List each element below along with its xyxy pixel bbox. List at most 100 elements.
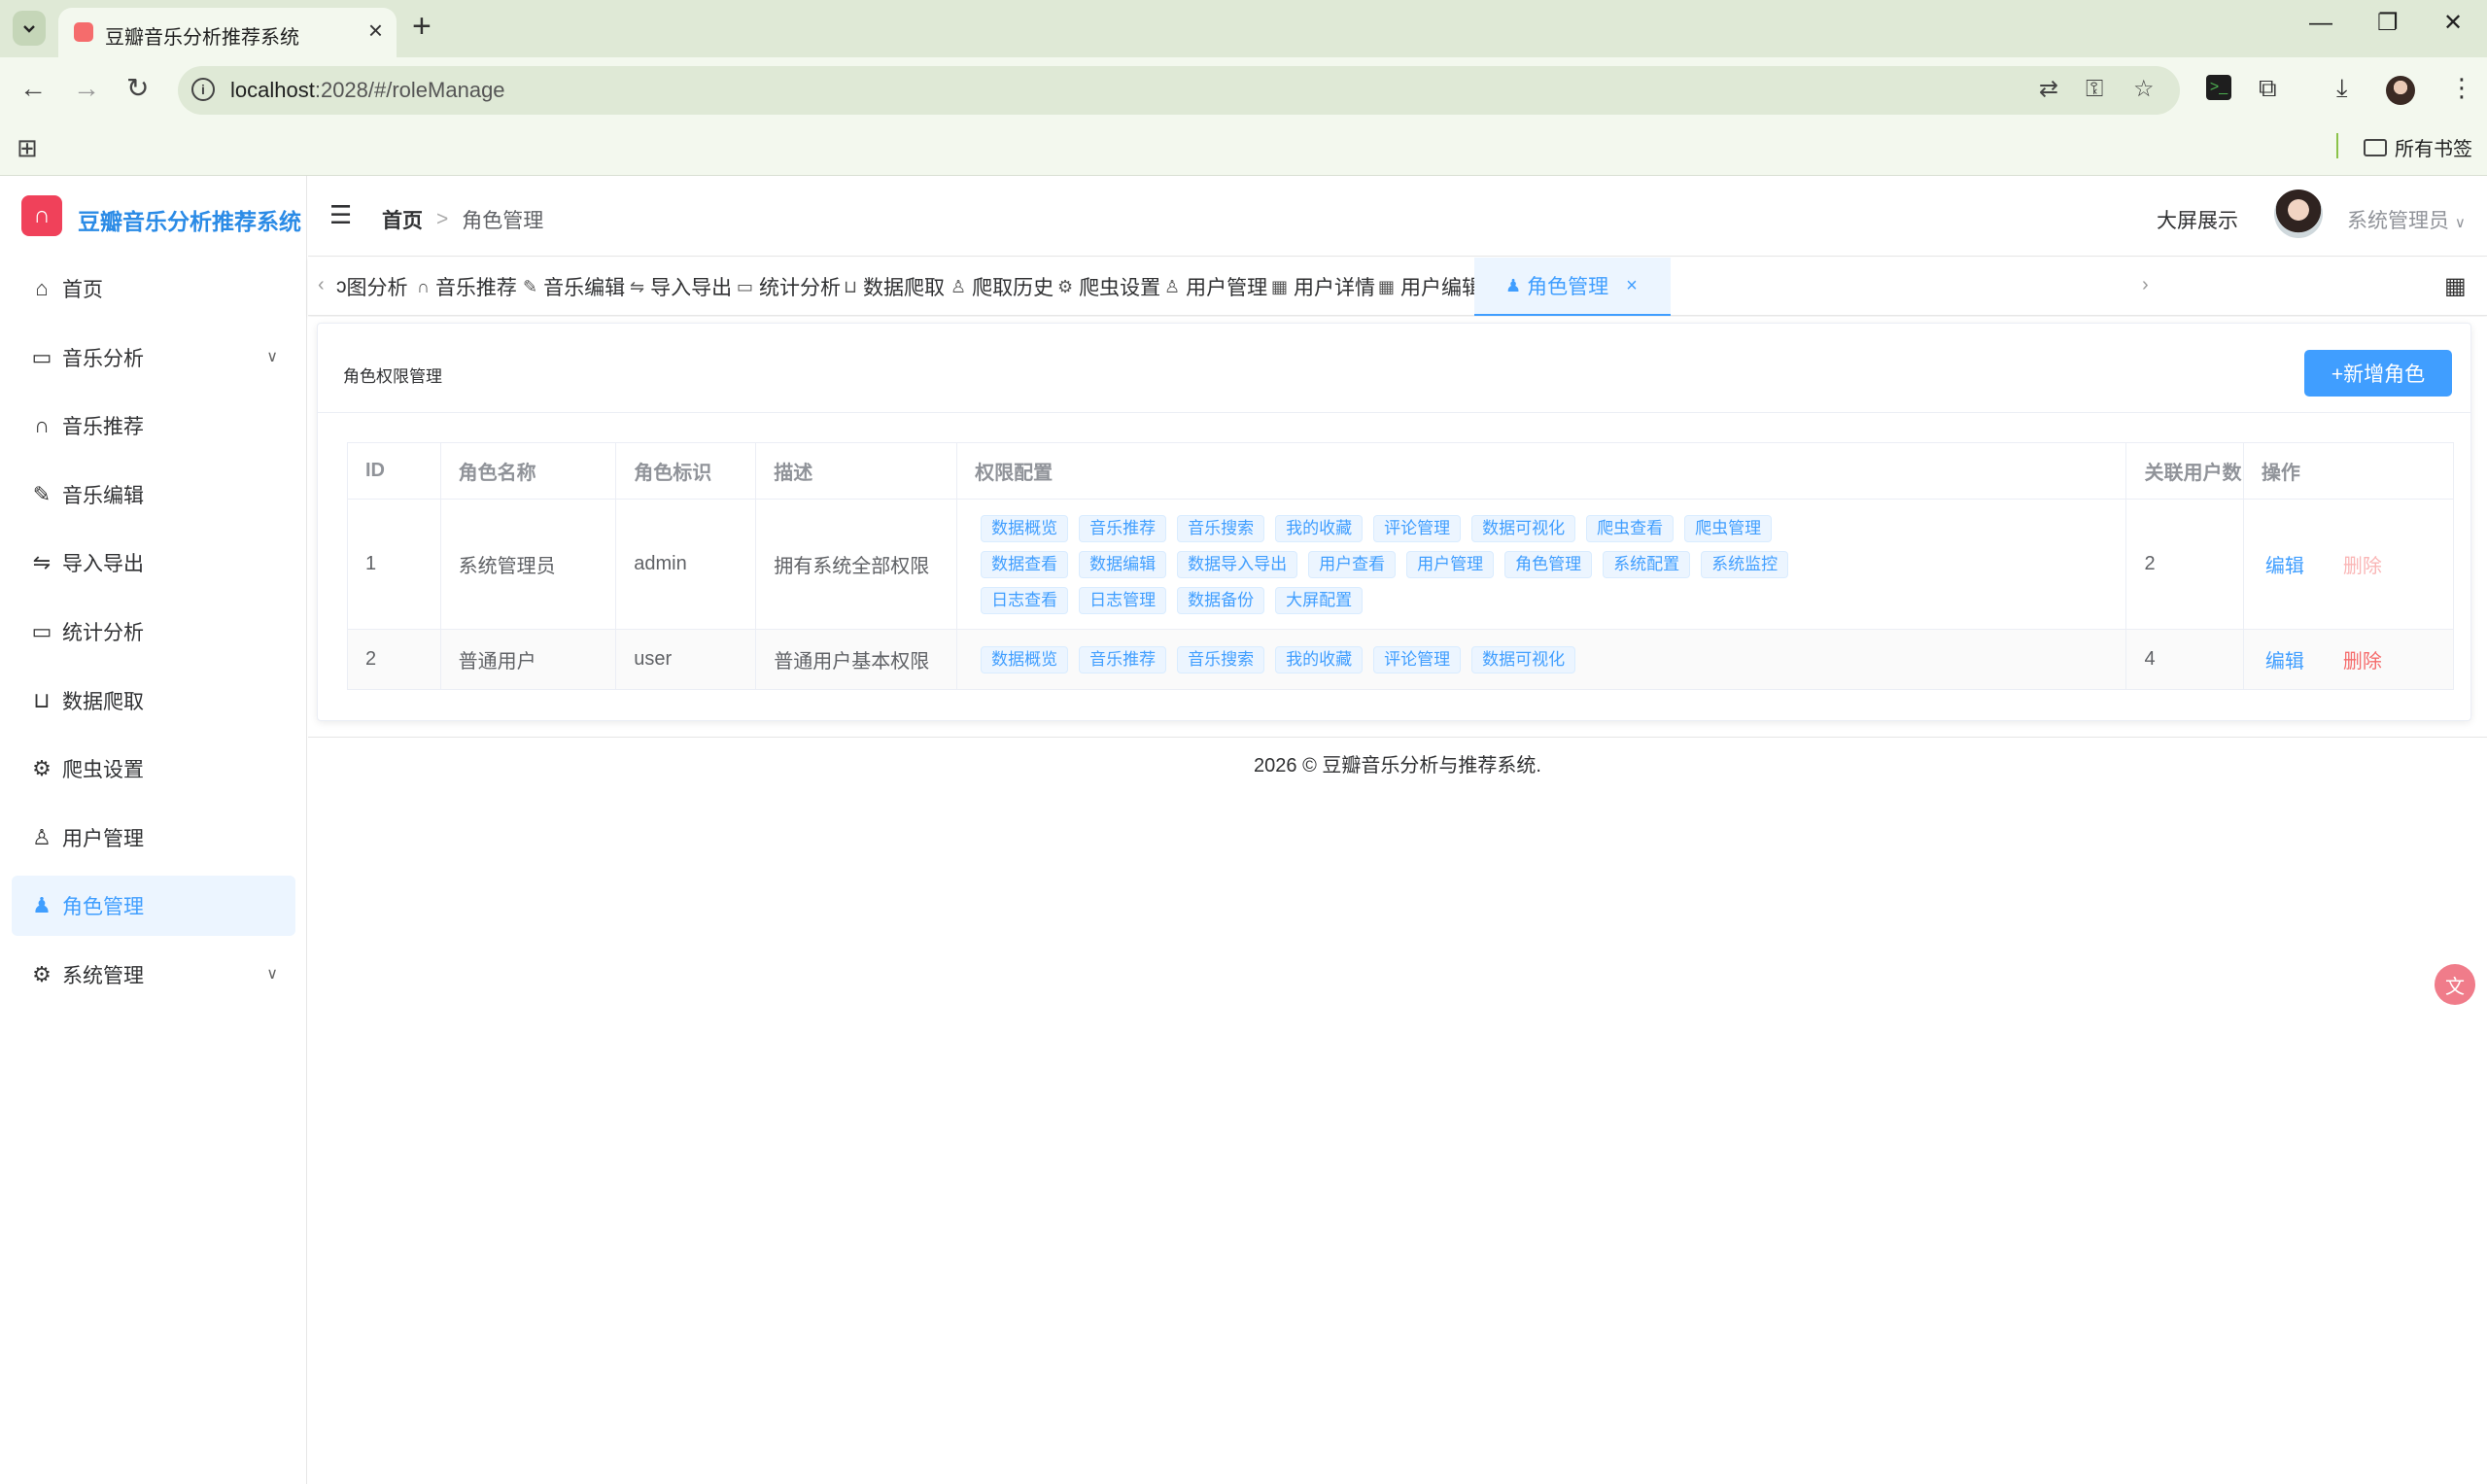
tags-menu-grid-icon[interactable]: ▦ — [2444, 275, 2467, 298]
card-title: 角色权限管理 — [343, 367, 442, 386]
sidebar-item[interactable]: ✎ 音乐编辑 — [12, 465, 295, 525]
tag-item[interactable]: ▦ 用户编辑 — [1378, 258, 1482, 316]
tag-item[interactable]: ✎ 音乐编辑 — [523, 258, 625, 316]
tag-item[interactable]: ▭ 统计分析 — [737, 258, 841, 316]
breadcrumb-separator-icon: > — [436, 208, 449, 230]
user-name-dropdown[interactable]: 系统管理员 ∨ — [2347, 205, 2466, 234]
gear-icon: ⚙ — [32, 756, 52, 781]
download-icon[interactable]: ⤓ — [2336, 75, 2348, 100]
key-icon[interactable]: ⚿ — [2086, 78, 2103, 101]
user-avatar[interactable] — [2274, 190, 2323, 238]
edit-button[interactable]: 编辑 — [2265, 651, 2304, 673]
cell-id: 1 — [347, 499, 441, 630]
sidebar-item[interactable]: ⇋ 导入导出 — [12, 533, 295, 593]
close-window-icon[interactable]: ✕ — [2443, 12, 2463, 35]
sidebar-item[interactable]: ⚙ 爬虫设置 — [12, 739, 295, 799]
add-role-button[interactable]: +新增角色 — [2304, 350, 2452, 397]
bookmark-separator — [2336, 133, 2338, 158]
sidebar-item-label: 角色管理 — [62, 896, 144, 919]
sidebar-item[interactable]: ♙ 用户管理 — [12, 808, 295, 868]
user-icon: ♙ — [950, 276, 967, 296]
sidebar-item[interactable]: ⌂ 首页 — [12, 259, 295, 319]
tags-scroll-right-icon[interactable]: › — [2142, 275, 2149, 294]
apps-grid-icon[interactable]: ⊞ — [17, 135, 38, 160]
tag-item[interactable]: ♙ 爬取历史 — [950, 258, 1054, 316]
sidebar-item-label: 用户管理 — [62, 827, 144, 850]
translate-icon[interactable]: ⇄ — [2039, 78, 2058, 101]
chart-icon: ▭ — [737, 276, 754, 296]
cell-actions: 编辑 删除 — [2243, 629, 2455, 690]
terminal-extension-icon[interactable]: >_ — [2206, 75, 2231, 100]
sidebar-item[interactable]: ▭ 统计分析 — [12, 602, 295, 662]
close-tab-icon[interactable]: × — [368, 17, 383, 43]
tag-label: 用户详情 — [1294, 277, 1376, 299]
tag-item[interactable]: ɔ 图分析 — [336, 258, 408, 316]
browser-tab-title: 豆瓣音乐分析推荐系统 — [105, 27, 299, 49]
extensions-icon[interactable]: ⧉ — [2259, 75, 2277, 100]
chart-icon: ▭ — [31, 344, 52, 369]
restore-icon[interactable]: ❐ — [2377, 12, 2399, 35]
grid-icon: ▦ — [1271, 276, 1289, 296]
tag-label: 用户编辑 — [1400, 277, 1483, 299]
tag-item[interactable]: ⊔ 数据爬取 — [844, 258, 945, 316]
back-icon[interactable]: ← — [19, 75, 47, 102]
headphones-icon: ∩ — [34, 413, 50, 438]
tag-truncated-prefix: ɔ — [336, 275, 347, 297]
headphones-logo-icon: ∩ — [21, 195, 62, 236]
sidebar-item[interactable]: ⚙ 系统管理 ∨ — [12, 945, 295, 1005]
forward-icon[interactable]: → — [73, 75, 100, 102]
tags-scroll-left-icon[interactable]: ‹ — [318, 275, 325, 294]
hamburger-icon[interactable]: ☰ — [329, 202, 352, 227]
gear-icon: ⚙ — [1057, 276, 1074, 296]
tag-item[interactable]: ▦ 用户详情 — [1271, 258, 1375, 316]
permission-tag: 数据备份 — [1177, 586, 1265, 614]
url-text[interactable]: localhost:2028/#/roleManage — [230, 78, 505, 103]
tags-view: ‹ › ▦ ɔ 图分析 ∩ 音乐推荐 ✎ 音乐编辑 ⇋ 导入导出 ▭ 统计分析 ⊔ 数据爬取 ♙ 爬取历史… — [308, 258, 2487, 316]
sidebar-item[interactable]: ♟ 角色管理 — [12, 876, 295, 937]
sidebar-item-label: 首页 — [62, 279, 103, 301]
more-menu-icon[interactable]: ⋮ — [2449, 75, 2474, 100]
cell-user-count: 2 — [2125, 499, 2244, 630]
permission-tag: 音乐搜索 — [1177, 514, 1265, 542]
cell-actions: 编辑 删除 — [2243, 499, 2455, 630]
tag-label: 统计分析 — [759, 277, 842, 299]
star-icon[interactable]: ☆ — [2133, 78, 2155, 101]
floating-translate-icon[interactable]: 文 — [2435, 964, 2475, 1005]
tag-item[interactable]: ♙ 用户管理 — [1164, 258, 1267, 316]
minimize-icon[interactable]: — — [2309, 12, 2332, 35]
reload-icon[interactable]: ↻ — [126, 75, 149, 102]
tag-item[interactable]: ⚙ 爬虫设置 — [1057, 258, 1160, 316]
all-bookmarks-folder[interactable]: 所有书签 — [2364, 133, 2472, 161]
tag-item[interactable]: ♟ 角色管理 × — [1474, 258, 1671, 316]
permission-tag: 数据编辑 — [1079, 550, 1167, 578]
tab-search-button[interactable] — [13, 11, 46, 46]
big-screen-link[interactable]: 大屏展示 — [2157, 205, 2238, 234]
delete-button[interactable]: 删除 — [2343, 651, 2382, 673]
grid-icon: ▦ — [1378, 276, 1396, 296]
browser-tab[interactable]: 豆瓣音乐分析推荐系统 × — [58, 8, 397, 57]
permission-tag: 爬虫管理 — [1684, 514, 1773, 542]
delete-button: 删除 — [2342, 556, 2382, 577]
permission-tag: 我的收藏 — [1275, 514, 1364, 542]
edit-button[interactable]: 编辑 — [2265, 556, 2304, 577]
tag-item[interactable]: ∩ 音乐推荐 — [417, 258, 517, 316]
address-bar[interactable]: i localhost:2028/#/roleManage ⇄ ⚿ ☆ — [178, 66, 2180, 115]
tag-item[interactable]: ⇋ 导入导出 — [630, 258, 732, 316]
breadcrumb-home[interactable]: 首页 — [382, 205, 423, 234]
close-tag-icon[interactable]: × — [1626, 275, 1638, 297]
permission-tag: 大屏配置 — [1275, 586, 1364, 614]
sidebar-item[interactable]: ⊔ 数据爬取 — [12, 671, 295, 731]
profile-avatar[interactable] — [2386, 76, 2415, 105]
sidebar-item-label: 音乐分析 — [62, 347, 144, 370]
cell-permissions: 数据概览 音乐推荐 音乐搜索 我的收藏 评论管理 数据可视化 — [956, 629, 2127, 690]
tag-label: 爬虫设置 — [1079, 277, 1161, 299]
permission-tag: 数据概览 — [981, 645, 1069, 673]
chevron-down-icon — [23, 25, 35, 33]
site-info-icon[interactable]: i — [191, 78, 215, 101]
role-card: 角色权限管理 +新增角色 ID 角色名称 角色标识 描述 权限配置 关联用户数 … — [317, 323, 2471, 721]
col-permissions: 权限配置 — [956, 442, 2127, 500]
new-tab-button[interactable]: + — [412, 10, 432, 43]
permission-tag: 角色管理 — [1504, 550, 1593, 578]
sidebar-item[interactable]: ▭ 音乐分析 ∨ — [12, 328, 295, 388]
sidebar-item[interactable]: ∩ 音乐推荐 — [12, 396, 295, 456]
